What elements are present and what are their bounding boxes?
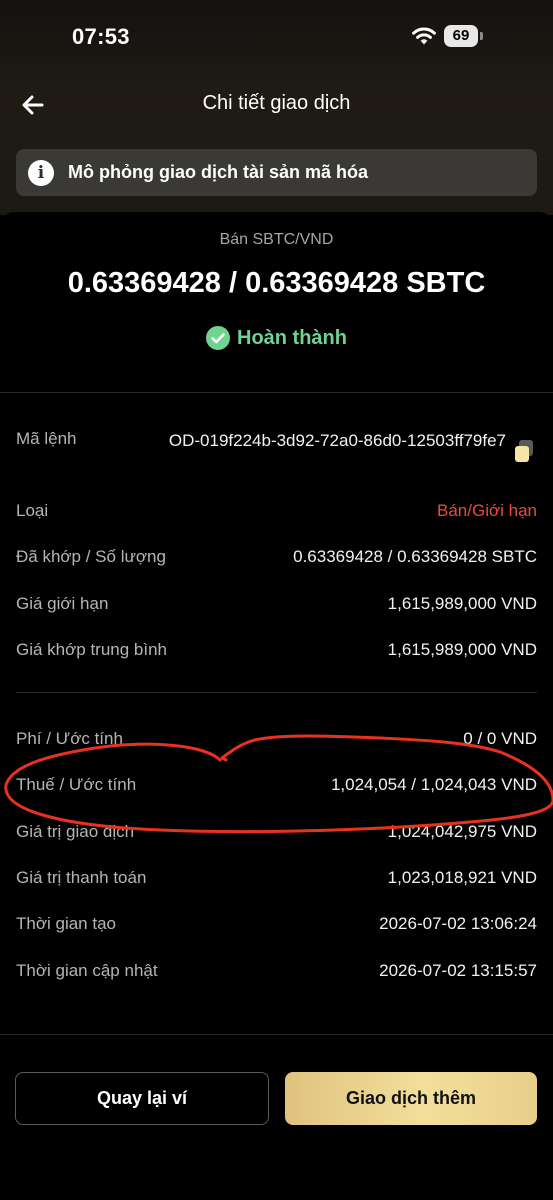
trading-pair-label: Bán SBTC/VND bbox=[219, 231, 334, 248]
avg-price-value: 1,615,989,000 VND bbox=[387, 640, 537, 659]
status-row: Hoàn thành bbox=[0, 326, 553, 355]
filled-value: 0.63369428 / 0.63369428 SBTC bbox=[293, 547, 537, 566]
banner-text: Mô phỏng giao dịch tài sản mã hóa bbox=[68, 162, 369, 182]
type-value: Bán/Giới hạn bbox=[437, 501, 537, 520]
wifi-icon bbox=[412, 27, 436, 45]
trade-more-button[interactable]: Giao dịch thêm bbox=[285, 1072, 537, 1125]
created-time-value: 2026-07-02 13:06:24 bbox=[379, 914, 537, 933]
page-title: Chi tiết giao dịch bbox=[202, 92, 351, 114]
status-time: 07:53 bbox=[72, 24, 130, 49]
filled-amount: 0.63369428 / 0.63369428 SBTC bbox=[67, 267, 486, 299]
avg-price-label: Giá khớp trung bình bbox=[16, 640, 168, 659]
order-id-value: OD-019f224b-3d92-72a0-86d0-12503ff79fe7 bbox=[168, 431, 506, 450]
updated-time-value: 2026-07-02 13:15:57 bbox=[379, 961, 537, 980]
updated-time-label: Thời gian cập nhật bbox=[16, 961, 158, 980]
check-circle-icon bbox=[206, 326, 230, 350]
trade-value-label: Giá trị giao dịch bbox=[16, 822, 135, 841]
filled-label: Đã khớp / Số lượng bbox=[16, 547, 166, 566]
fee-value: 0 / 0 VND bbox=[463, 729, 537, 748]
back-to-wallet-button[interactable]: Quay lại ví bbox=[15, 1072, 269, 1125]
simulation-banner: i Mô phỏng giao dịch tài sản mã hóa bbox=[16, 149, 537, 196]
tax-value: 1,024,054 / 1,024,043 VND bbox=[330, 775, 537, 794]
fee-label: Phí / Ước tính bbox=[16, 729, 123, 748]
limit-price-value: 1,615,989,000 VND bbox=[387, 594, 537, 613]
type-label: Loại bbox=[16, 501, 49, 520]
battery-icon: 69 bbox=[444, 25, 484, 47]
copy-icon[interactable] bbox=[512, 438, 536, 464]
battery-tip bbox=[480, 32, 483, 40]
tax-label: Thuế / Ước tính bbox=[16, 775, 137, 794]
divider bbox=[0, 1034, 553, 1035]
order-id-label: Mã lệnh bbox=[16, 429, 77, 448]
divider bbox=[16, 692, 537, 693]
limit-price-label: Giá giới hạn bbox=[16, 594, 109, 613]
status-badge: Hoàn thành bbox=[237, 326, 347, 349]
transaction-card bbox=[0, 212, 553, 1200]
settlement-label: Giá trị thanh toán bbox=[16, 868, 147, 887]
settlement-value: 1,023,018,921 VND bbox=[387, 868, 537, 887]
trade-value-value: 1,024,042,975 VND bbox=[387, 822, 537, 841]
status-bar: 07:53 69 bbox=[0, 0, 553, 70]
divider bbox=[0, 392, 553, 393]
created-time-label: Thời gian tạo bbox=[16, 914, 116, 933]
battery-level: 69 bbox=[444, 25, 478, 47]
info-icon: i bbox=[28, 160, 54, 186]
